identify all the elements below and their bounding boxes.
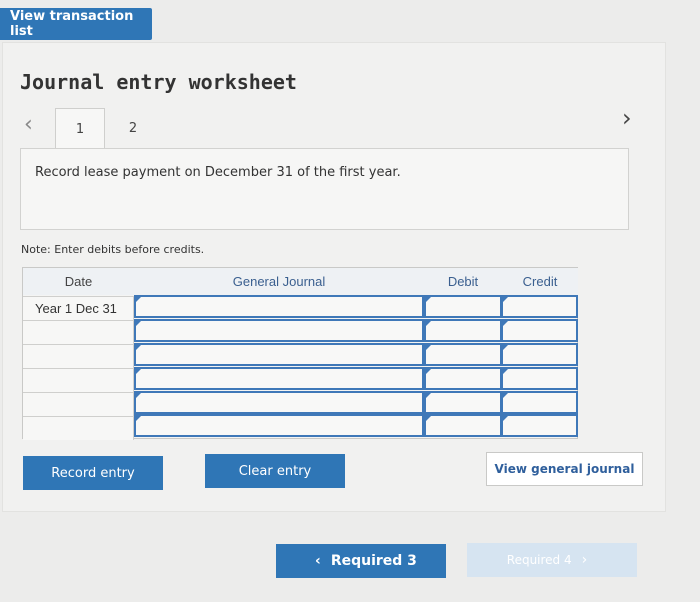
debit-input[interactable] (424, 391, 502, 414)
credit-input[interactable] (501, 343, 578, 366)
tab-1[interactable]: 1 (55, 108, 105, 150)
view-transaction-list-button[interactable]: View transaction list (0, 8, 152, 40)
journal-grid: Date General Journal Debit Credit Year 1… (22, 267, 578, 440)
debit-input[interactable] (424, 319, 502, 342)
column-header-general-journal: General Journal (134, 268, 424, 295)
chevron-left-icon: ‹ (315, 553, 321, 569)
tab-2[interactable]: 2 (108, 108, 158, 148)
general-journal-input[interactable] (134, 295, 424, 318)
credit-input[interactable] (501, 367, 578, 390)
general-journal-input[interactable] (134, 391, 424, 414)
date-cell (23, 320, 134, 344)
entry-note: Note: Enter debits before credits. (21, 243, 205, 256)
column-header-date: Date (23, 268, 134, 295)
entry-description: Record lease payment on December 31 of t… (35, 165, 401, 180)
credit-input[interactable] (501, 414, 578, 437)
debit-input[interactable] (424, 414, 502, 437)
chevron-right-icon: › (581, 552, 588, 568)
general-journal-input[interactable] (134, 414, 424, 437)
date-cell (23, 344, 134, 368)
general-journal-input[interactable] (134, 343, 424, 366)
debit-input[interactable] (424, 295, 502, 318)
debit-input[interactable] (424, 367, 502, 390)
date-cell: Year 1 Dec 31 (23, 296, 134, 320)
required-prev-label: Required 3 (330, 553, 417, 569)
column-header-debit: Debit (424, 268, 502, 295)
general-journal-input[interactable] (134, 367, 424, 390)
chevron-left-icon[interactable]: ‹ (24, 112, 33, 137)
debit-input[interactable] (424, 343, 502, 366)
required-next-button[interactable]: Required 4 › (467, 543, 637, 577)
worksheet-title: Journal entry worksheet (20, 70, 297, 94)
entry-description-box: Record lease payment on December 31 of t… (20, 148, 629, 230)
clear-entry-button[interactable]: Clear entry (205, 454, 345, 488)
required-next-label: Required 4 (506, 553, 572, 567)
record-entry-button[interactable]: Record entry (23, 456, 163, 490)
date-cell (23, 392, 134, 416)
date-cell (23, 416, 134, 440)
chevron-right-icon[interactable]: › (622, 104, 632, 132)
column-header-credit: Credit (502, 268, 578, 295)
required-prev-button[interactable]: ‹ Required 3 (276, 544, 446, 578)
date-cell (23, 368, 134, 392)
credit-input[interactable] (501, 391, 578, 414)
credit-input[interactable] (501, 295, 578, 318)
view-general-journal-button[interactable]: View general journal (486, 452, 643, 486)
general-journal-input[interactable] (134, 319, 424, 342)
credit-input[interactable] (501, 319, 578, 342)
